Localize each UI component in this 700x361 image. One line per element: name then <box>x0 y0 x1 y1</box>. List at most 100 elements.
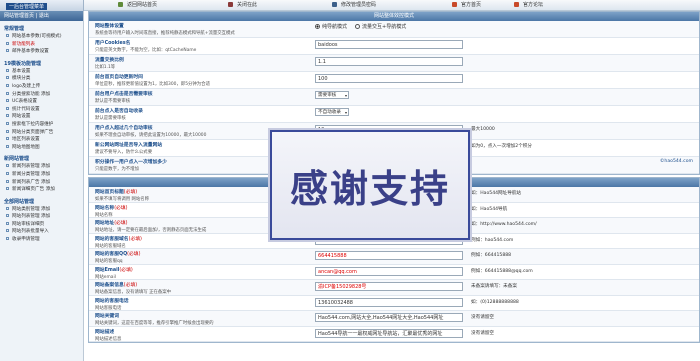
sidebar-item-label: 新功能列表 <box>12 41 35 47</box>
radio-option[interactable]: 纯导航模式 <box>315 24 347 30</box>
setting-control: 1.1 <box>315 57 463 66</box>
required-mark: (必填) <box>123 283 138 288</box>
official-forum-link[interactable]: 官方论坛 <box>514 2 543 9</box>
radio-button[interactable] <box>315 24 320 29</box>
sidebar-group-title[interactable]: 常规管理 <box>0 25 83 33</box>
sidebar-item-label: 地区列表设置 <box>12 137 40 143</box>
setting-title-text: 前台首页自动更新时间 <box>95 75 143 80</box>
text-input[interactable]: Hao544.com,网站大全,Hao544网址大全,Hao544网址 <box>315 313 463 322</box>
sidebar-group-title[interactable]: 新网站管理 <box>0 155 83 163</box>
setting-label: 网站关键词 网站关键词，这是在百度等等，推荐引擎推广时候会出现要的 <box>95 312 305 326</box>
setting-title: 网站Email(必填) <box>95 266 305 273</box>
sidebar-item[interactable]: logo及建上传 <box>0 83 83 91</box>
sidebar-header[interactable]: 网站管理首页 | 退出 <box>0 11 83 21</box>
close-link[interactable]: 关闭在此 <box>228 2 257 9</box>
radio-button[interactable] <box>355 24 361 29</box>
dropdown-select[interactable]: 不自动收录 <box>315 108 349 116</box>
setting-label: 网站备案信息(必填) 网站备案信息，没有请填写 正在备案中 <box>95 281 305 295</box>
official-home-link[interactable]: 官方首页 <box>452 2 481 9</box>
sidebar-item-label: 网站设置 <box>12 114 31 120</box>
radio-label: 流量交互+导航模式 <box>362 24 407 30</box>
setting-label: 网站描述 网站描述信息 <box>95 328 305 342</box>
setting-hint: 如：(0)12888888888 <box>471 299 519 305</box>
setting-hint: 如：Hao544导航 <box>471 206 508 212</box>
sidebar-item[interactable]: 搜索框下拉内容维护 <box>0 121 83 129</box>
sidebar-item[interactable]: 新闻列表管理 添加 <box>0 163 83 171</box>
sidebar-item-label: 新闻列表管理 添加 <box>12 164 51 170</box>
setting-control: Hao544.com,网站大全,Hao544网址大全,Hao544网址 <box>315 313 463 322</box>
text-input[interactable]: 100 <box>315 74 463 83</box>
bullet-icon <box>6 206 9 210</box>
setting-hint: 例如：664415888 <box>471 253 512 258</box>
sidebar-item-label: 网站列表批量导入 <box>12 229 49 235</box>
setting-control: 664415888 <box>315 251 463 260</box>
required-mark: (必填) <box>128 236 142 242</box>
text-input[interactable]: Hao544导航一一最权威网址导航站，汇聚最优秀的网址 <box>315 328 463 338</box>
bullet-icon <box>6 237 9 241</box>
text-input[interactable]: 13610032488 <box>315 297 463 307</box>
bullet-icon <box>6 121 9 125</box>
sidebar-item-label: 网站地图地图 <box>12 144 40 150</box>
change-password-link[interactable]: 修改管理员密码 <box>332 2 376 9</box>
dropdown-select[interactable]: 需要审核 <box>315 91 349 99</box>
setting-control: baidoos <box>315 40 463 49</box>
sidebar-item[interactable]: 网站审核详细页 <box>0 221 83 229</box>
setting-label: 前台点入是否自动收录 默认是需要审核 <box>95 107 305 121</box>
sidebar-item[interactable]: 收录申请管理 <box>0 236 83 244</box>
sidebar-item[interactable]: 新闻详细页广告 添加 <box>0 186 83 194</box>
sidebar-item-label: 模块分类 <box>12 76 31 82</box>
setting-title-text: 流量交换比例 <box>95 58 124 63</box>
sidebar-group-title[interactable]: 19模板功能管理 <box>0 60 83 68</box>
sidebar-item[interactable]: 分类搜索功能 添加 <box>0 91 83 99</box>
sidebar-item-label: 新闻列表广告 添加 <box>12 179 51 185</box>
setting-row: 用户Cookies名 只能是英文数字，不能为空，比如：qtCacheName bai… <box>89 38 699 55</box>
required-mark: (必填) <box>114 221 128 226</box>
sidebar-item[interactable]: UC表格设置 <box>0 98 83 106</box>
text-input[interactable]: 664415888 <box>315 251 463 260</box>
sidebar-item[interactable]: 基本设置 <box>0 68 83 76</box>
sidebar-item-label: 网站列表管理 添加 <box>12 214 51 220</box>
setting-description: 网站的客服qq <box>95 259 123 264</box>
sidebar-item[interactable]: 网站地图地图 <box>0 144 83 152</box>
setting-row: 网站整体设置 系统会等待用户输入时间或直接，推荐纯静态模式和导航+流量交互模式 纯导… <box>89 21 699 38</box>
radio-option[interactable]: 流量交互+导航模式 <box>355 24 406 30</box>
sidebar-item[interactable]: 新闻分类管理 添加 <box>0 171 83 179</box>
sidebar: 网站管理首页 | 退出 常规管理 网站基本参数(可视模式) 新功能列表 邮件基本参数设… <box>0 11 84 361</box>
setting-label: 网站整体设置 系统会等待用户输入时间或直接，推荐纯静态模式和导航+流量交互模式 <box>95 22 305 36</box>
setting-title-text: 前台点入是否自动收录 <box>95 109 143 114</box>
sidebar-item[interactable]: 新闻列表广告 添加 <box>0 179 83 187</box>
setting-title-text: 网站名称 <box>95 205 115 211</box>
sidebar-item[interactable]: 网站分类页面弹广告 <box>0 129 83 137</box>
text-input[interactable]: 渝ICP备15029828号 <box>315 282 463 291</box>
sidebar-item[interactable]: 网站列表批量导入 <box>0 228 83 236</box>
admin-logo: 一后台管理菜单 <box>0 0 84 11</box>
sidebar-item[interactable]: 网站列表管理 添加 <box>0 213 83 221</box>
text-input[interactable]: baidoos <box>315 40 463 49</box>
setting-title-text: 网站整体设置 <box>95 24 124 29</box>
text-input[interactable]: 1.1 <box>315 57 463 66</box>
home-link[interactable]: 返回网站首页 <box>118 2 157 9</box>
setting-title: 前台点入是否自动收录 <box>95 107 305 114</box>
setting-title: 前台首页自动更新时间 <box>95 73 305 80</box>
text-input[interactable]: ancan@qq.com <box>315 266 463 276</box>
setting-description: 网站客服电话 <box>95 305 122 311</box>
sidebar-item[interactable]: 统计代码设置 <box>0 106 83 114</box>
bullet-icon <box>6 91 9 95</box>
setting-hint: 最大10000 <box>471 127 495 132</box>
sidebar-item[interactable]: 网站类别管理 添加 <box>0 206 83 214</box>
sidebar-item[interactable]: 网站设置 <box>0 113 83 121</box>
setting-title: 网站的客服电话 <box>95 297 305 304</box>
setting-title: 网站整体设置 <box>95 22 305 29</box>
sidebar-item[interactable]: 地区列表设置 <box>0 136 83 144</box>
sidebar-item-label: 统计代码设置 <box>12 106 40 112</box>
sidebar-item[interactable]: 新功能列表 <box>0 41 83 49</box>
setting-title: 网站关键词 <box>95 312 305 319</box>
bullet-icon <box>6 114 9 118</box>
setting-description: 比如1.1等 <box>95 65 116 70</box>
sidebar-item-label: 收录申请管理 <box>12 237 40 243</box>
sidebar-item[interactable]: 模块分类 <box>0 75 83 83</box>
sidebar-group-title[interactable]: 全部网站管理 <box>0 198 83 206</box>
bullet-icon <box>6 129 9 133</box>
sidebar-item[interactable]: 网站基本参数(可视模式) <box>0 33 83 41</box>
sidebar-item[interactable]: 邮件基本参数设置 <box>0 48 83 56</box>
